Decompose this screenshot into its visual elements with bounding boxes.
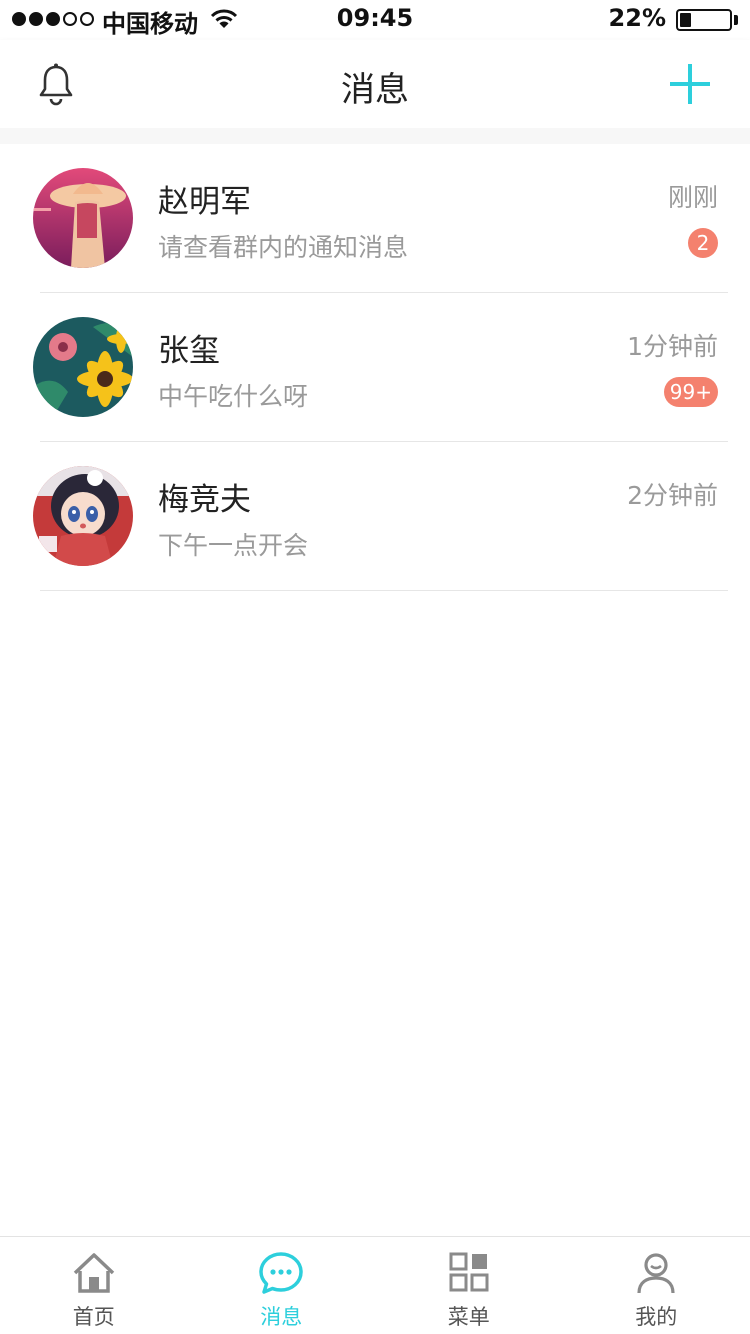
message-time: 刚刚 xyxy=(667,183,718,212)
status-bar: 中国移动 09:45 22% xyxy=(0,0,750,40)
message-time: 1分钟前 xyxy=(627,332,718,361)
tab-label: 消息 xyxy=(260,1305,303,1329)
avatar xyxy=(33,466,133,566)
contact-name: 赵明军 xyxy=(158,184,251,220)
message-preview: 请查看群内的通知消息 xyxy=(158,233,409,262)
avatar xyxy=(33,168,133,268)
tab-label: 首页 xyxy=(72,1305,115,1329)
tab-menu[interactable]: 菜单 xyxy=(375,1237,563,1334)
message-preview: 下午一点开会 xyxy=(158,531,309,560)
add-icon[interactable] xyxy=(668,62,712,106)
message-item[interactable]: 赵明军 请查看群内的通知消息 刚刚 2 xyxy=(0,144,750,293)
nav-header: 消息 xyxy=(0,40,750,128)
message-item[interactable]: 张玺 中午吃什么呀 1分钟前 99+ xyxy=(0,293,750,442)
battery-icon xyxy=(676,9,732,31)
message-preview: 中午吃什么呀 xyxy=(158,382,309,411)
battery-percentage: 22% xyxy=(608,4,666,32)
header-separator xyxy=(0,128,750,144)
message-item[interactable]: 梅竞夫 下午一点开会 2分钟前 xyxy=(0,442,750,591)
unread-badge: 2 xyxy=(688,228,718,258)
grid-menu-icon xyxy=(449,1252,489,1292)
chat-bubble-icon xyxy=(259,1252,303,1294)
avatar xyxy=(33,317,133,417)
message-list: 赵明军 请查看群内的通知消息 刚刚 2 张玺 中午吃什么呀 1分钟前 99+ 梅… xyxy=(0,144,750,591)
unread-badge: 99+ xyxy=(663,377,718,407)
screen: 中国移动 09:45 22% 消息 赵明军 请查看群内的通知消息 刚刚 2 张玺… xyxy=(0,0,750,1334)
tab-label: 我的 xyxy=(635,1305,678,1329)
person-icon xyxy=(637,1253,675,1294)
tab-profile[interactable]: 我的 xyxy=(563,1237,750,1334)
contact-name: 梅竞夫 xyxy=(158,482,251,518)
contact-name: 张玺 xyxy=(158,333,220,369)
page-title: 消息 xyxy=(341,70,409,110)
message-time: 2分钟前 xyxy=(627,481,718,510)
bottom-tab-bar: 首页 消息 菜单 我的 xyxy=(0,1236,750,1334)
tab-messages[interactable]: 消息 xyxy=(188,1237,376,1334)
tab-label: 菜单 xyxy=(447,1305,490,1329)
tab-home[interactable]: 首页 xyxy=(0,1237,188,1334)
home-icon xyxy=(73,1253,114,1293)
